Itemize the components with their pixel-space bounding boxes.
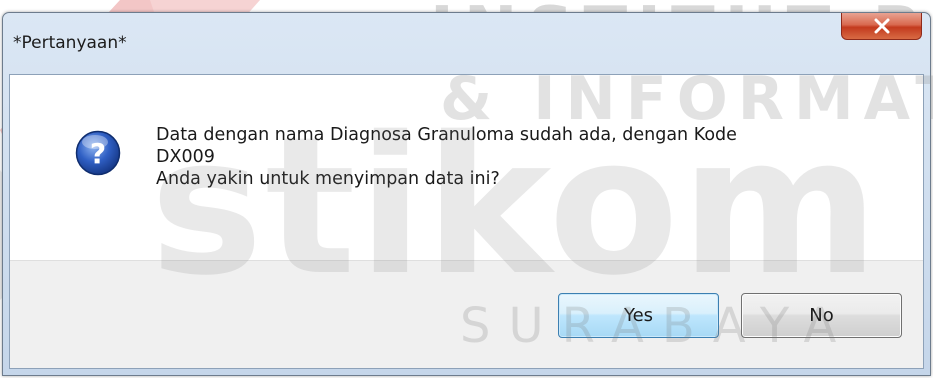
message-line-2: DX009 xyxy=(156,147,215,167)
message-area: ? Data dengan nama Diagnosa Granuloma su… xyxy=(10,75,923,260)
message-line-3: Anda yakin untuk menyimpan data ini? xyxy=(156,169,500,189)
dialog-title: *Pertanyaan* xyxy=(13,33,127,53)
title-bar[interactable]: *Pertanyaan* xyxy=(3,13,930,74)
no-button[interactable]: No xyxy=(741,293,902,338)
message-line-1: Data dengan nama Diagnosa Granuloma suda… xyxy=(156,125,737,145)
message-dialog: *Pertanyaan* ? Data dengan nama Diagnosa… xyxy=(2,12,931,376)
svg-text:?: ? xyxy=(90,137,106,170)
button-bar: Yes No xyxy=(10,260,923,368)
message-text: Data dengan nama Diagnosa Granuloma suda… xyxy=(156,124,896,190)
question-icon: ? xyxy=(75,130,121,176)
screen: INSTITUT BISNIS *Pertanyaan* xyxy=(0,0,933,378)
close-button[interactable] xyxy=(841,13,922,40)
close-icon xyxy=(874,18,889,34)
yes-button[interactable]: Yes xyxy=(558,293,719,338)
dialog-content: ? Data dengan nama Diagnosa Granuloma su… xyxy=(9,74,924,369)
